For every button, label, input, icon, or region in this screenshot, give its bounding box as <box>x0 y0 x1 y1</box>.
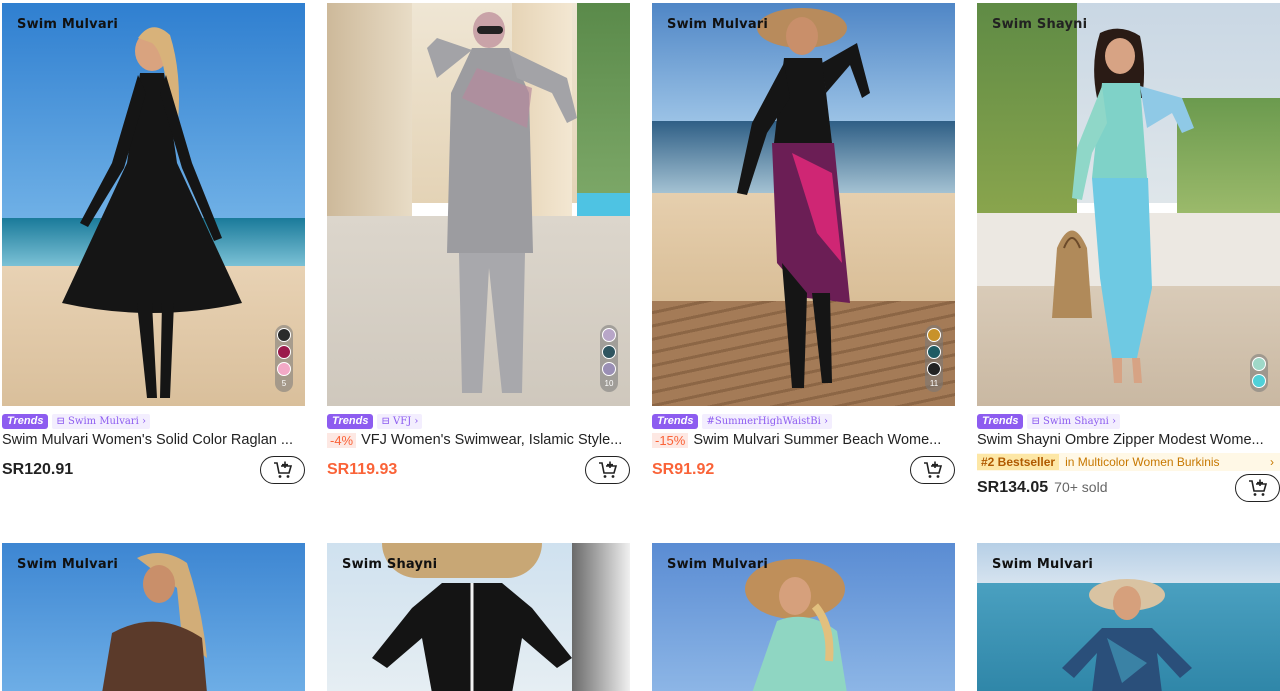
product-card[interactable]: Swim Shayni Trends ⊟ Swim Shayni › Swim … <box>977 3 1280 502</box>
color-swatch[interactable] <box>1252 374 1266 388</box>
swatch-count: 11 <box>929 379 939 388</box>
add-to-cart-icon <box>1248 479 1267 496</box>
model-figure <box>1052 28 1194 383</box>
swatch-count: 10 <box>604 379 614 388</box>
color-swatch[interactable] <box>1252 357 1266 371</box>
chevron-right-icon: › <box>824 415 829 427</box>
store-icon: ⊟ <box>1031 415 1044 427</box>
product-image[interactable]: Swim Shayni <box>977 3 1280 406</box>
product-title[interactable]: Swim Shayni Ombre Zipper Modest Wome... <box>977 432 1264 448</box>
product-image[interactable]: 10 <box>327 3 630 406</box>
color-swatches[interactable]: 10 <box>600 325 618 392</box>
bestseller-category: in Multicolor Women Burkinis <box>1065 455 1220 469</box>
product-image[interactable]: Swim Mulvari <box>977 543 1280 691</box>
product-card[interactable]: Swim Mulvari 5 Trends ⊟ Swim Mulvari › S… <box>2 3 305 484</box>
product-title[interactable]: Swim Mulvari Summer Beach Wome... <box>693 432 941 448</box>
model-figure <box>737 8 870 388</box>
product-image[interactable]: Swim Mulvari 5 <box>2 3 305 406</box>
model-figure <box>372 583 572 691</box>
trends-badge[interactable]: Trends <box>327 413 374 429</box>
discount-badge: -4% <box>327 432 357 448</box>
bestseller-badge: #2 Bestseller <box>977 454 1060 470</box>
store-link[interactable]: ⊟ Swim Mulvari › <box>52 413 150 429</box>
product-image[interactable]: Swim Mulvari 11 <box>652 3 955 406</box>
brand-watermark: Swim Mulvari <box>17 557 119 572</box>
swatch-count: 5 <box>281 379 287 388</box>
brand-watermark: Swim Shayni <box>342 557 438 572</box>
model-figure <box>745 559 847 691</box>
product-image[interactable]: Swim Mulvari <box>652 543 955 691</box>
trends-badge[interactable]: Trends <box>652 413 699 429</box>
color-swatch[interactable] <box>602 362 616 376</box>
brand-watermark: Swim Mulvari <box>667 17 769 32</box>
discount-badge: -15% <box>652 432 689 448</box>
store-link[interactable]: ⊟ VFJ › <box>377 413 423 429</box>
product-card[interactable]: Swim Mulvari <box>652 543 955 691</box>
store-icon: ⊟ <box>381 415 394 427</box>
brand-watermark: Swim Mulvari <box>667 557 769 572</box>
brand-watermark: Swim Mulvari <box>992 557 1094 572</box>
add-to-cart-icon <box>598 461 617 478</box>
color-swatch[interactable] <box>602 328 616 342</box>
chevron-right-icon: › <box>1270 455 1274 469</box>
color-swatch[interactable] <box>277 362 291 376</box>
product-price: SR91.92 <box>652 461 715 478</box>
sold-count: 70+ sold <box>1054 479 1108 495</box>
product-price: SR120.91 <box>2 461 74 478</box>
product-price: SR134.05 <box>977 479 1049 496</box>
add-to-cart-button[interactable] <box>585 456 630 484</box>
color-swatch[interactable] <box>277 328 291 342</box>
product-card[interactable]: Swim Mulvari <box>977 543 1280 691</box>
product-price: SR119.93 <box>327 461 398 478</box>
add-to-cart-button[interactable] <box>1235 474 1280 502</box>
chevron-right-icon: › <box>141 415 146 427</box>
product-title[interactable]: Swim Mulvari Women's Solid Color Raglan … <box>2 432 293 448</box>
product-card[interactable]: 10 Trends ⊟ VFJ › -4% VFJ Women's Swimwe… <box>327 3 630 484</box>
hashtag-link[interactable]: #SummerHighWaistBi › <box>702 413 833 429</box>
color-swatch[interactable] <box>277 345 291 359</box>
color-swatch[interactable] <box>602 345 616 359</box>
add-to-cart-button[interactable] <box>910 456 955 484</box>
trends-badge[interactable]: Trends <box>2 413 49 429</box>
chevron-right-icon: › <box>1112 415 1117 427</box>
color-swatches[interactable]: 11 <box>925 325 943 392</box>
brand-watermark: Swim Mulvari <box>17 17 119 32</box>
model-figure <box>1062 579 1192 691</box>
chevron-right-icon: › <box>414 415 419 427</box>
product-card[interactable]: Swim Mulvari 11 Trends #SummerHighWaistB… <box>652 3 955 484</box>
product-card[interactable]: Swim Mulvari <box>2 543 305 691</box>
color-swatch[interactable] <box>927 362 941 376</box>
brand-watermark: Swim Shayni <box>992 17 1088 32</box>
add-to-cart-icon <box>273 461 292 478</box>
add-to-cart-icon <box>923 461 942 478</box>
product-card[interactable]: Swim Shayni <box>327 543 630 691</box>
color-swatches[interactable] <box>1250 354 1268 392</box>
color-swatch[interactable] <box>927 328 941 342</box>
add-to-cart-button[interactable] <box>260 456 305 484</box>
color-swatch[interactable] <box>927 345 941 359</box>
product-title[interactable]: VFJ Women's Swimwear, Islamic Style... <box>361 432 622 448</box>
color-swatches[interactable]: 5 <box>275 325 293 392</box>
store-icon: ⊟ <box>56 415 69 427</box>
model-figure <box>427 12 577 393</box>
product-image[interactable]: Swim Mulvari <box>2 543 305 691</box>
trends-badge[interactable]: Trends <box>977 413 1024 429</box>
product-image[interactable]: Swim Shayni <box>327 543 630 691</box>
model-figure <box>62 27 242 398</box>
bestseller-banner[interactable]: #2 Bestseller in Multicolor Women Burkin… <box>977 453 1280 471</box>
store-link[interactable]: ⊟ Swim Shayni › <box>1027 413 1121 429</box>
